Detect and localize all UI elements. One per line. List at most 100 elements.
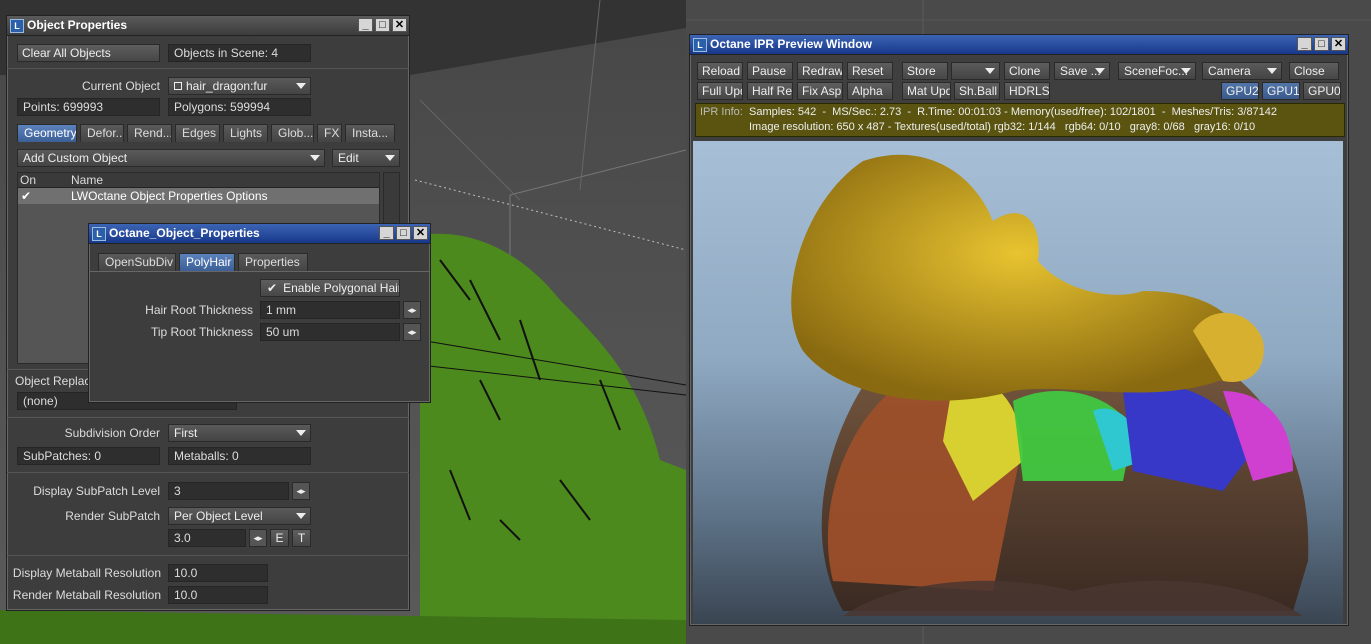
hair-root-thickness-input[interactable]: 1 mm xyxy=(260,301,400,319)
chevron-down-icon xyxy=(1095,68,1105,74)
tab-properties[interactable]: Properties xyxy=(238,253,308,271)
tab-opensubdiv[interactable]: OpenSubDiv xyxy=(98,253,176,271)
window-title: Object Properties xyxy=(27,18,128,32)
tab-deformations[interactable]: Defor... xyxy=(80,124,124,142)
envelope-e-button[interactable]: E xyxy=(270,529,289,547)
chevron-down-icon xyxy=(985,68,995,74)
render-metaball-label: Render Metaball Resolution xyxy=(12,588,161,602)
mat-update-button[interactable]: Mat Upd xyxy=(902,82,951,100)
gpu2-button[interactable]: GPU2 xyxy=(1221,82,1259,100)
scene-focus-dropdown[interactable]: SceneFoc... xyxy=(1118,62,1196,80)
chevron-down-icon xyxy=(296,513,306,519)
maximize-button[interactable]: □ xyxy=(375,18,390,32)
render-metaball-input[interactable]: 10.0 xyxy=(168,586,268,604)
edit-label: Edit xyxy=(338,151,359,165)
render-preview-image[interactable] xyxy=(693,141,1343,624)
display-subpatch-spinner[interactable]: ◂▸ xyxy=(292,482,310,500)
ipr-info-panel: IPR Info: Samples: 542 - MS/Sec.: 2.73 -… xyxy=(695,103,1345,137)
clear-all-objects-button[interactable]: Clear All Objects xyxy=(17,44,160,62)
hair-root-spinner[interactable]: ◂▸ xyxy=(403,301,421,319)
close-button[interactable]: ✕ xyxy=(413,226,428,240)
camera-dropdown[interactable]: Camera xyxy=(1202,62,1282,80)
app-icon: L xyxy=(92,227,106,241)
tab-edges[interactable]: Edges xyxy=(175,124,220,142)
shader-ball-button[interactable]: Sh.Ball xyxy=(954,82,1000,100)
octane-ipr-window: L Octane IPR Preview Window _ □ ✕ Reload… xyxy=(689,34,1349,626)
alpha-button[interactable]: Alpha xyxy=(847,82,893,100)
list-item[interactable]: ✔ LWOctane Object Properties Options xyxy=(18,188,379,204)
ipr-info-line2: Image resolution: 650 x 487 - Textures(u… xyxy=(749,121,1256,133)
ipr-info-line1: Samples: 542 - MS/Sec.: 2.73 - R.Time: 0… xyxy=(749,106,1278,118)
full-update-button[interactable]: Full Upd. xyxy=(697,82,743,100)
check-icon[interactable]: ✔ xyxy=(21,187,31,205)
enable-polygonal-hair-label: Enable Polygonal Hair xyxy=(283,281,400,295)
display-metaball-input[interactable]: 10.0 xyxy=(168,564,268,582)
scene-focus-label: SceneFoc... xyxy=(1124,64,1189,78)
render-subpatch-value: Per Object Level xyxy=(174,509,263,523)
render-subpatch-input[interactable]: 3.0 xyxy=(168,529,246,547)
render-subpatch-dropdown[interactable]: Per Object Level xyxy=(168,507,311,525)
display-subpatch-label: Display SubPatch Level xyxy=(33,484,160,498)
gpu1-button[interactable]: GPU1 xyxy=(1262,82,1300,100)
tip-root-spinner[interactable]: ◂▸ xyxy=(403,323,421,341)
tab-polyhair[interactable]: PolyHair xyxy=(179,253,235,271)
save-dropdown[interactable]: Save ... xyxy=(1054,62,1110,80)
tab-render[interactable]: Rend... xyxy=(127,124,172,142)
reset-button[interactable]: Reset xyxy=(847,62,893,80)
subpatches-count: SubPatches: 0 xyxy=(17,447,160,465)
add-custom-object-dropdown[interactable]: Add Custom Object xyxy=(17,149,325,167)
ipr-titlebar[interactable]: L Octane IPR Preview Window _ □ ✕ xyxy=(690,35,1348,55)
objects-in-scene: Objects in Scene: 4 xyxy=(168,44,311,62)
hdrls-button[interactable]: HDRLS xyxy=(1004,82,1050,100)
clone-button[interactable]: Clone xyxy=(1004,62,1050,80)
minimize-button[interactable]: _ xyxy=(379,226,394,240)
app-icon: L xyxy=(10,19,24,33)
subdivision-order-value: First xyxy=(174,426,198,440)
object-properties-titlebar[interactable]: L Object Properties _ □ ✕ xyxy=(7,16,409,36)
check-icon: ✔ xyxy=(267,281,278,295)
points-count: Points: 699993 xyxy=(17,98,160,116)
tab-lights[interactable]: Lights xyxy=(223,124,268,142)
window-title: Octane IPR Preview Window xyxy=(710,37,872,51)
display-subpatch-input[interactable]: 3 xyxy=(168,482,289,500)
chevron-down-icon xyxy=(1181,68,1191,74)
close-button[interactable]: ✕ xyxy=(392,18,407,32)
reload-button[interactable]: Reload xyxy=(697,62,743,80)
render-subpatch-spinner[interactable]: ◂▸ xyxy=(249,529,267,547)
render-subpatch-label: Render SubPatch xyxy=(65,509,160,523)
store-button[interactable]: Store xyxy=(902,62,948,80)
texture-t-button[interactable]: T xyxy=(292,529,311,547)
tab-fx[interactable]: FX xyxy=(317,124,342,142)
octane-object-titlebar[interactable]: L Octane_Object_Properties _ □ ✕ xyxy=(89,224,430,244)
half-res-button[interactable]: Half Res xyxy=(747,82,793,100)
chevron-down-icon xyxy=(296,430,306,436)
tab-geometry[interactable]: Geometry xyxy=(17,124,77,142)
metaballs-count: Metaballs: 0 xyxy=(168,447,311,465)
pause-button[interactable]: Pause xyxy=(747,62,793,80)
tip-root-thickness-input[interactable]: 50 um xyxy=(260,323,400,341)
fix-aspect-button[interactable]: Fix Asp. xyxy=(797,82,843,100)
close-button[interactable]: ✕ xyxy=(1331,37,1346,51)
object-replacement-label: Object Replace xyxy=(15,374,98,388)
store-slot-dropdown[interactable] xyxy=(951,62,1000,80)
ipr-info-label: IPR Info: xyxy=(700,106,743,118)
tab-instance[interactable]: Insta... xyxy=(345,124,395,142)
gpu0-button[interactable]: GPU0 xyxy=(1303,82,1341,100)
current-object-label: Current Object xyxy=(81,79,160,93)
minimize-button[interactable]: _ xyxy=(358,18,373,32)
current-object-dropdown[interactable]: hair_dragon:fur xyxy=(168,77,311,95)
minimize-button[interactable]: _ xyxy=(1297,37,1312,51)
app-icon: L xyxy=(693,38,707,52)
subdivision-order-dropdown[interactable]: First xyxy=(168,424,311,442)
add-custom-object-label: Add Custom Object xyxy=(23,151,128,165)
edit-dropdown[interactable]: Edit xyxy=(332,149,400,167)
enable-polygonal-hair-toggle[interactable]: ✔ Enable Polygonal Hair xyxy=(260,279,400,297)
maximize-button[interactable]: □ xyxy=(396,226,411,240)
tab-global[interactable]: Glob... xyxy=(271,124,314,142)
octane-object-properties-window: L Octane_Object_Properties _ □ ✕ OpenSub… xyxy=(88,223,431,403)
maximize-button[interactable]: □ xyxy=(1314,37,1329,51)
list-item-name: LWOctane Object Properties Options xyxy=(71,189,268,203)
close-ipr-button[interactable]: Close xyxy=(1289,62,1339,80)
redraw-button[interactable]: Redraw xyxy=(797,62,843,80)
polygons-count: Polygons: 599994 xyxy=(168,98,311,116)
